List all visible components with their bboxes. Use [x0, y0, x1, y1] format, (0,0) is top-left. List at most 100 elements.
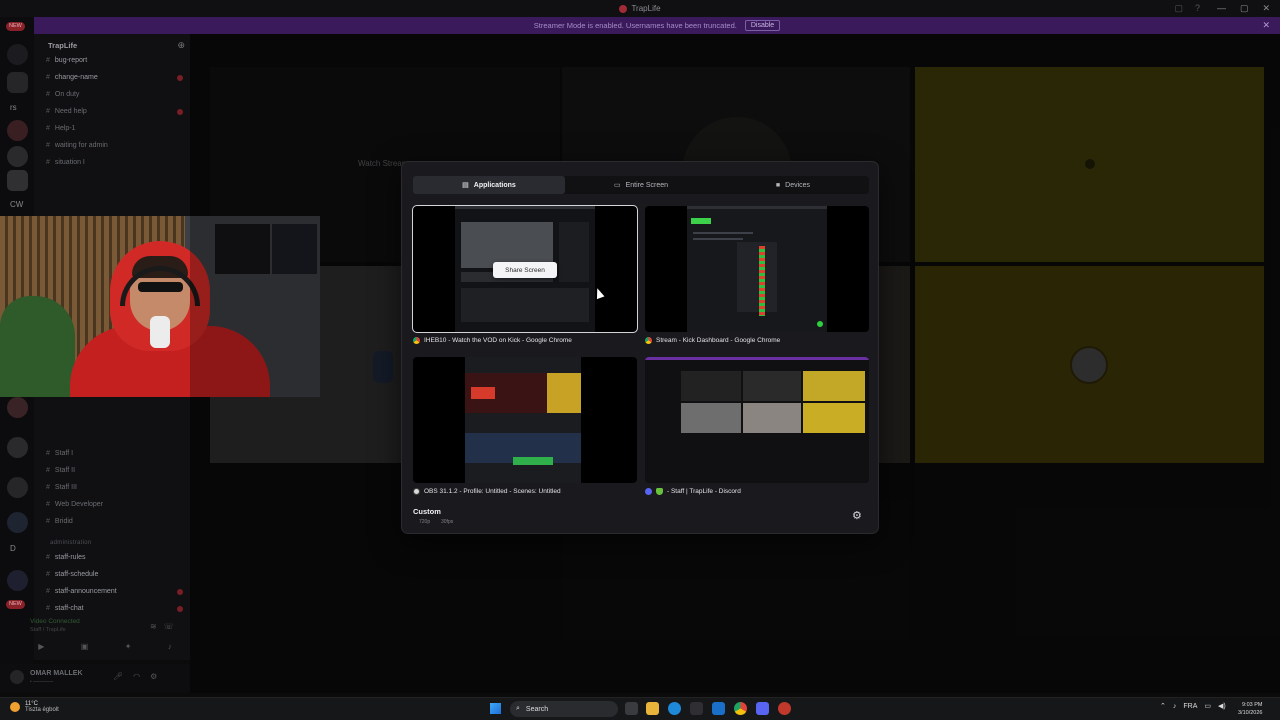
discord-icon[interactable]: [756, 702, 769, 715]
tab-devices[interactable]: ■ Devices: [717, 176, 869, 194]
app-thumbnail[interactable]: Share Screen: [412, 205, 638, 333]
channel-item[interactable]: # Web Developer: [46, 501, 103, 508]
microphone-icon[interactable]: 🎤︎: [113, 672, 123, 681]
share-screen-button[interactable]: Share Screen: [493, 262, 557, 278]
store-icon[interactable]: [690, 702, 703, 715]
mail-icon[interactable]: [712, 702, 725, 715]
hash-icon: #: [46, 484, 50, 491]
channel-item[interactable]: # Staff III: [46, 484, 77, 491]
channel-item[interactable]: # change-name: [46, 74, 98, 81]
add-member-icon[interactable]: ⊕: [177, 40, 185, 51]
language-indicator[interactable]: FRA: [1183, 703, 1197, 710]
preview-bar: [687, 206, 827, 209]
activity-icon[interactable]: ✦: [125, 642, 132, 656]
server-icon[interactable]: [7, 397, 28, 418]
microphone-icon[interactable]: ♪: [1173, 703, 1177, 710]
voice-channel-name[interactable]: Staff / TrapLife: [30, 627, 66, 633]
channel-item[interactable]: # waiting for admin: [46, 142, 108, 149]
source-tabs: ▤ Applications ▭ Entire Screen ■ Devices: [413, 176, 869, 194]
close-banner-icon[interactable]: ✕: [1262, 20, 1270, 31]
channel-item[interactable]: # staff-announcement: [46, 588, 117, 595]
tab-entire-screen[interactable]: ▭ Entire Screen: [565, 176, 717, 194]
app-source-label: Stream - Kick Dashboard - Google Chrome: [645, 337, 869, 344]
app-source-card[interactable]: - Staff | TrapLife - Discord: [645, 357, 869, 495]
screen-share-icon[interactable]: ▣: [81, 642, 89, 656]
chevron-up-icon[interactable]: ⌃: [1160, 702, 1166, 710]
minimize-button[interactable]: —: [1217, 3, 1226, 14]
task-view-icon[interactable]: [625, 702, 638, 715]
preview-row: [693, 232, 753, 234]
chrome-icon[interactable]: [734, 702, 747, 715]
server-name[interactable]: TrapLife: [48, 41, 77, 50]
preview-meter: [513, 457, 553, 465]
maximize-button[interactable]: ▢: [1240, 3, 1249, 14]
inbox-icon[interactable]: ▢: [1174, 3, 1183, 14]
server-icon[interactable]: [7, 437, 28, 458]
app-thumbnail[interactable]: [645, 357, 869, 483]
server-icon[interactable]: [7, 170, 28, 191]
server-icon[interactable]: [7, 146, 28, 167]
channel-item[interactable]: # bug-report: [46, 57, 87, 64]
app-source-card[interactable]: Stream - Kick Dashboard - Google Chrome: [645, 206, 869, 344]
quality-preset-label[interactable]: Custom: [413, 507, 441, 516]
settings-gear-icon[interactable]: ⚙: [852, 511, 862, 522]
channel-item[interactable]: # Bridid: [46, 518, 73, 525]
channel-item[interactable]: # Help-1: [46, 125, 76, 132]
weather-widget[interactable]: 11°C Tiszta égbolt: [10, 701, 59, 713]
app-thumbnail[interactable]: [645, 206, 869, 332]
app-thumbnail[interactable]: [413, 357, 637, 483]
channel-item[interactable]: # staff-rules: [46, 554, 86, 561]
title-bar: TrapLife ▢ ? — ▢ ✕: [0, 0, 1280, 17]
server-icon[interactable]: [7, 72, 28, 93]
window-controls: — ▢ ✕: [1217, 3, 1270, 14]
edge-icon[interactable]: [668, 702, 681, 715]
preview-panel: [461, 288, 589, 322]
app-source-label: - Staff | TrapLife - Discord: [645, 488, 869, 495]
weather-description: Tiszta égbolt: [25, 707, 59, 713]
avatar[interactable]: [10, 670, 24, 684]
channel-item[interactable]: # On duty: [46, 91, 79, 98]
clock[interactable]: 9:03 PM 3/10/2026: [1238, 701, 1262, 717]
signal-icon[interactable]: ≋: [150, 622, 157, 631]
server-icon[interactable]: [7, 44, 28, 65]
preview-chat: [759, 246, 765, 316]
obs-icon: [413, 488, 420, 495]
soundboard-icon[interactable]: ♪: [168, 642, 172, 656]
streamer-mode-banner: Streamer Mode is enabled. Usernames have…: [34, 17, 1280, 34]
disable-streamer-mode-button[interactable]: Disable: [744, 20, 781, 31]
disconnect-icon[interactable]: ☏: [164, 622, 174, 631]
category-label[interactable]: administration: [50, 540, 92, 546]
rail-folder-label: CW: [10, 200, 24, 209]
channel-item[interactable]: # situation I: [46, 159, 85, 166]
server-icon[interactable]: [7, 570, 28, 591]
headphones-icon[interactable]: ◠: [133, 672, 140, 681]
channel-item[interactable]: # Staff II: [46, 467, 75, 474]
network-icon[interactable]: ▭: [1204, 702, 1211, 710]
framerate-value: 30fps: [441, 519, 454, 525]
voice-status: Video Connected: [30, 618, 80, 625]
channel-item[interactable]: # staff-schedule: [46, 571, 98, 578]
window-icon: ▤: [462, 182, 469, 189]
settings-icon[interactable]: ⚙: [150, 672, 157, 681]
hash-icon: #: [46, 554, 50, 561]
app-source-card[interactable]: Share Screen IHEB10 - Watch the VOD on K…: [412, 205, 638, 344]
channel-item[interactable]: # Staff I: [46, 450, 73, 457]
user-name[interactable]: OMAR MALLEK: [30, 670, 83, 677]
app-source-card[interactable]: OBS 31.1.2 - Profile: Untitled - Scenes:…: [413, 357, 637, 495]
volume-icon[interactable]: ◀): [1218, 702, 1226, 710]
server-icon[interactable]: [7, 477, 28, 498]
obs-icon[interactable]: [778, 702, 791, 715]
rail-folder-label: rs: [10, 103, 17, 112]
help-icon[interactable]: ?: [1195, 3, 1200, 14]
tab-applications[interactable]: ▤ Applications: [413, 176, 565, 194]
file-explorer-icon[interactable]: [646, 702, 659, 715]
server-icon[interactable]: [7, 120, 28, 141]
channel-item[interactable]: # staff-chat: [46, 605, 84, 612]
taskbar-search[interactable]: ⌕ Search: [510, 701, 618, 717]
server-icon[interactable]: [7, 512, 28, 533]
start-button[interactable]: [490, 703, 501, 714]
close-window-button[interactable]: ✕: [1262, 3, 1270, 14]
rail-new-badge: NEW: [6, 22, 25, 31]
camera-icon[interactable]: ▶: [38, 642, 44, 656]
channel-item[interactable]: # Need help: [46, 108, 87, 115]
